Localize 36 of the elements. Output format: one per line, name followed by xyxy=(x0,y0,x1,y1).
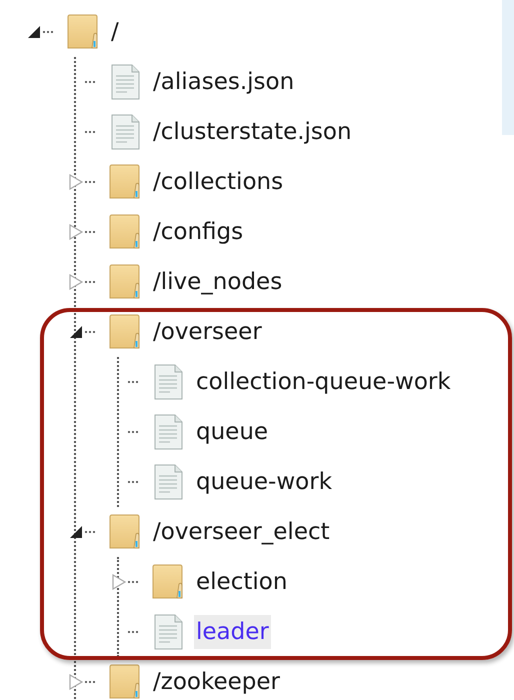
tree-node-label[interactable]: /overseer_elect xyxy=(151,515,332,549)
document-icon xyxy=(152,464,184,500)
tree-node-label[interactable]: /configs xyxy=(151,215,246,249)
tree-node-label[interactable]: queue-work xyxy=(194,465,334,499)
folder-icon xyxy=(109,214,141,250)
expanded-triangle-icon[interactable] xyxy=(68,324,84,340)
folder-icon xyxy=(152,564,184,600)
folder-icon xyxy=(109,314,141,350)
tree-node-label[interactable]: election xyxy=(194,565,290,599)
document-icon xyxy=(152,414,184,450)
document-icon xyxy=(152,614,184,650)
document-icon xyxy=(109,114,141,150)
expanded-triangle-icon[interactable] xyxy=(68,524,84,540)
collapsed-triangle-icon[interactable] xyxy=(68,224,84,240)
tree-node-label[interactable]: queue xyxy=(194,415,270,449)
folder-icon xyxy=(109,664,141,700)
folder-icon xyxy=(109,264,141,300)
folder-icon xyxy=(67,14,99,50)
document-icon xyxy=(152,364,184,400)
tree-node-label[interactable]: /collections xyxy=(151,165,286,199)
folder-icon xyxy=(109,514,141,550)
tree-node-label[interactable]: /live_nodes xyxy=(151,265,284,299)
tree-node-label[interactable]: /aliases.json xyxy=(151,65,296,99)
tree-node-label[interactable]: /clusterstate.json xyxy=(151,115,354,149)
collapsed-triangle-icon[interactable] xyxy=(68,174,84,190)
tree-node-label[interactable]: collection-queue-work xyxy=(194,365,453,399)
tree-node-label[interactable]: /zookeeper xyxy=(151,665,282,699)
expanded-triangle-icon[interactable] xyxy=(26,24,42,40)
tree-node-label[interactable]: /overseer xyxy=(151,315,264,349)
folder-icon xyxy=(109,164,141,200)
tree-node-label[interactable]: / xyxy=(109,15,121,49)
document-icon xyxy=(109,64,141,100)
collapsed-triangle-icon[interactable] xyxy=(111,574,127,590)
tree-node-label[interactable]: leader xyxy=(194,615,271,649)
collapsed-triangle-icon[interactable] xyxy=(68,674,84,690)
collapsed-triangle-icon[interactable] xyxy=(68,274,84,290)
